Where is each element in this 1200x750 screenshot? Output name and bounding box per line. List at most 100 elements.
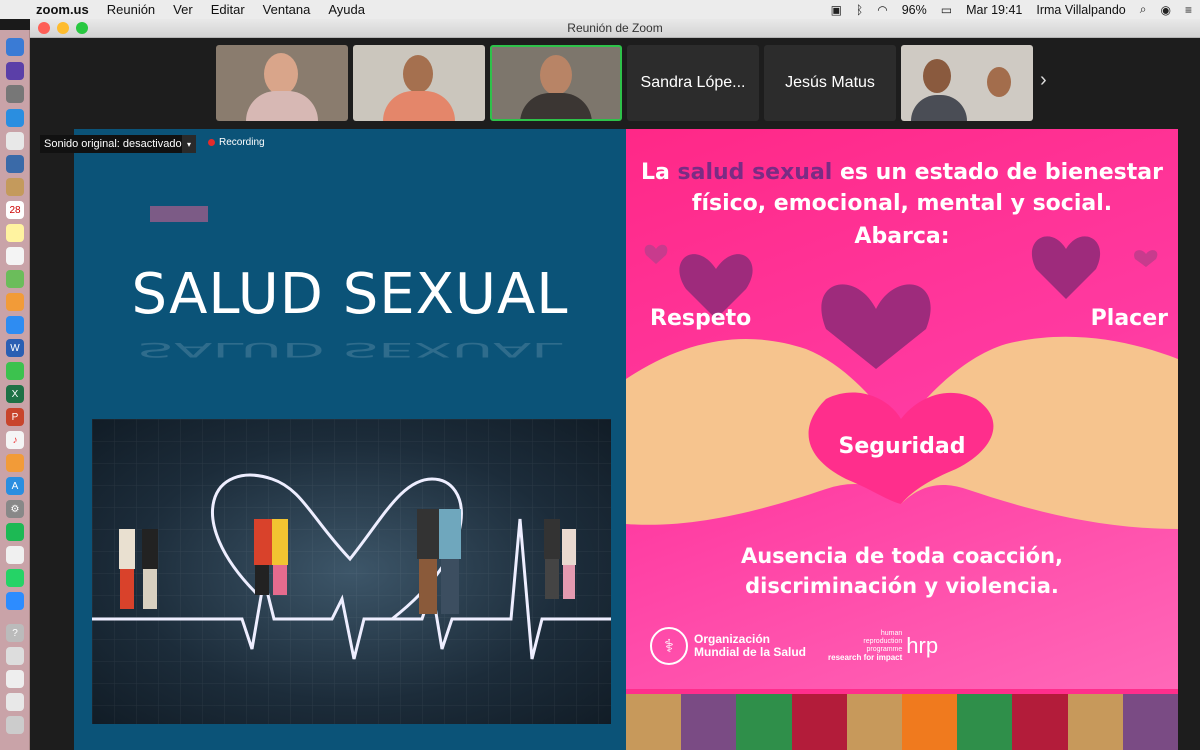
chrome-icon[interactable] [6,132,24,150]
ausencia-text: Ausencia de toda coacción, discriminació… [626,541,1178,601]
hrp-tagline: research for impact [828,653,903,662]
placer-label: Placer [1090,306,1168,331]
document-icon[interactable] [6,670,24,688]
trash-icon[interactable] [6,716,24,734]
shared-slide-left: SALUD SEXUAL SALUD SEXUAL [74,129,626,750]
calendar-icon[interactable]: 28 [6,201,24,219]
whatsapp-icon[interactable] [6,569,24,587]
word-icon[interactable]: W [6,339,24,357]
search-icon[interactable]: ⌕ [1140,2,1147,17]
finder-icon[interactable] [6,38,24,56]
books-icon[interactable] [6,454,24,472]
battery-percent[interactable]: 96% [902,3,927,17]
siri-dock-icon[interactable] [6,62,24,80]
participant-face [540,55,572,95]
chevron-right-icon[interactable]: › [1040,69,1047,92]
slide-heading: La salud sexual es un estado de bienesta… [626,157,1178,219]
control-center-icon[interactable]: ≡ [1185,3,1192,17]
recording-indicator: Recording [208,137,265,148]
hrp-logo-group: human reproduction programme research fo… [828,630,938,662]
window-title: Reunión de Zoom [567,21,663,35]
recording-label: Recording [219,137,265,148]
menu-reunion[interactable]: Reunión [107,2,155,17]
original-sound-toggle[interactable]: Sonido original: desactivado [40,135,186,153]
help-icon[interactable]: ? [6,624,24,642]
participant-body [246,91,318,121]
person-figure [119,529,135,569]
excel-icon[interactable]: X [6,385,24,403]
ausencia-line-2: discriminación y violencia. [745,574,1059,598]
slide-title: SALUD SEXUAL [131,262,569,327]
zoom-icon[interactable] [6,592,24,610]
facetime-icon[interactable] [6,362,24,380]
maps-icon[interactable] [6,270,24,288]
notes-icon[interactable] [6,224,24,242]
spotify-icon[interactable] [6,523,24,541]
who-line-2: Mundial de la Salud [694,645,807,659]
stripe-4 [791,694,847,750]
user-name[interactable]: Irma Villalpando [1036,3,1125,17]
participant-video-3-active-speaker[interactable] [490,45,622,121]
safari-icon[interactable] [6,109,24,127]
participant-face [403,55,433,93]
menu-ver[interactable]: Ver [173,2,193,17]
participant-tile-jesus[interactable]: Jesús Matus [764,45,896,121]
participant-face [264,53,298,95]
messenger-icon[interactable] [6,316,24,334]
participant-video-2[interactable] [353,45,485,121]
stripe-9 [1067,694,1123,750]
zoom-window: Reunión de Zoom Sandra Lópe... Jesús Mat… [30,19,1200,750]
stripe-7 [957,694,1013,750]
zoom-status-icon[interactable]: ▣ [831,3,842,17]
recording-dot-icon [208,139,215,146]
participant-tile-sandra[interactable]: Sandra Lópe... [627,45,759,121]
menu-ventana[interactable]: Ventana [263,2,311,17]
siri-icon[interactable]: ◉ [1161,3,1171,17]
slack-icon[interactable] [6,546,24,564]
menu-app-name[interactable]: zoom.us [36,2,89,17]
participant-video-6[interactable] [901,45,1033,121]
heartbeat-illustration [92,419,611,724]
launchpad-icon[interactable] [6,85,24,103]
folder-icon[interactable] [6,693,24,711]
stripe-1 [626,694,682,750]
ausencia-line-1: Ausencia de toda coacción, [740,544,1064,568]
music-icon[interactable]: ♪ [6,431,24,449]
chevron-down-icon[interactable]: ▾ [182,135,196,153]
respeto-label: Respeto [650,306,752,331]
mail-icon[interactable] [6,155,24,173]
who-emblem-icon: ⚕ [650,627,688,665]
clock[interactable]: Mar 19:41 [966,3,1022,17]
stripe-8 [1012,694,1068,750]
contacts-icon[interactable] [6,178,24,196]
stripe-6 [902,694,958,750]
stripe-3 [736,694,792,750]
participant-body [520,93,592,119]
seguridad-label: Seguridad [838,434,966,459]
participant-video-1[interactable] [216,45,348,121]
shared-slide-right: La salud sexual es un estado de bienesta… [626,129,1178,750]
who-logo-group: ⚕ Organización Mundial de la Salud [650,627,806,665]
photos-icon[interactable] [6,293,24,311]
reminders-icon[interactable] [6,247,24,265]
bluetooth-icon[interactable]: ᛒ [856,3,863,17]
title-bar: Reunión de Zoom [30,19,1200,38]
heading-part-2: es un estado de bienestar [832,160,1163,185]
slide-footer-logos: ⚕ Organización Mundial de la Salud human… [650,627,938,665]
participant-name: Sandra Lópe... [640,74,746,91]
menu-bar: zoom.us Reunión Ver Editar Ventana Ayuda… [0,0,1200,19]
heartbeat-svg [92,419,611,724]
stripe-10 [1122,694,1178,750]
menu-editar[interactable]: Editar [211,2,245,17]
color-stripes [626,694,1178,750]
downloads-icon[interactable] [6,647,24,665]
system-preferences-icon[interactable]: ⚙ [6,500,24,518]
powerpoint-icon[interactable]: P [6,408,24,426]
menu-ayuda[interactable]: Ayuda [328,2,365,17]
wifi-icon[interactable]: ◠ [877,3,887,17]
heading-line-2: físico, emocional, mental y social. [691,191,1113,216]
app-store-icon[interactable]: A [6,477,24,495]
battery-icon[interactable]: ▭ [941,3,952,17]
participant-body [911,95,967,121]
heading-highlight: salud sexual [677,160,833,185]
